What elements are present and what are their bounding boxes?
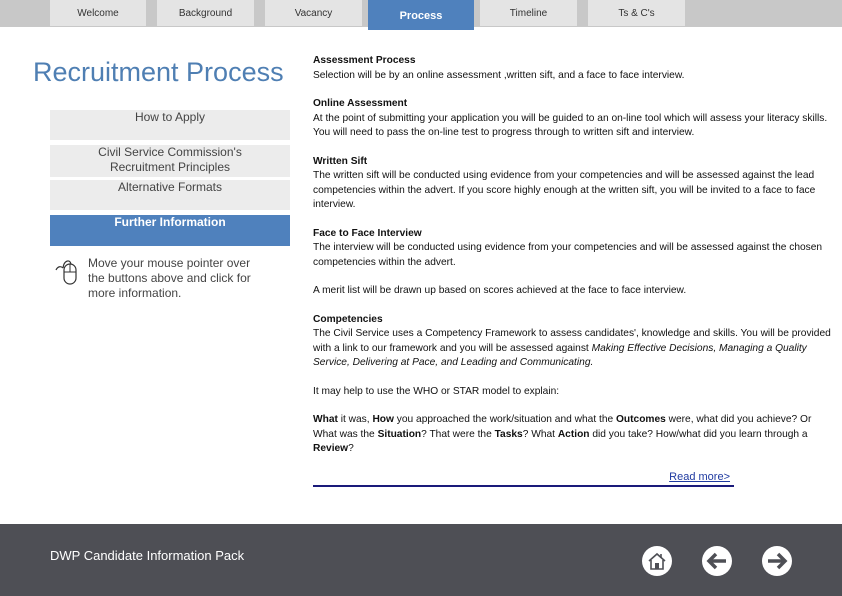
written-sift-section: Written Sift The written sift will be co… [313,155,833,213]
tab-welcome[interactable]: Welcome [50,0,146,26]
text-fragment: you approached the work/situation and wh… [393,414,616,425]
read-more-divider: Read more> [313,470,734,487]
assessment-section: Assessment Process Selection will be by … [313,54,833,83]
term-situation: Situation [377,428,422,440]
star-intro: It may help to use the WHO or STAR model… [313,385,833,400]
term-review: Review [313,443,349,454]
sidebar-button-how-to-apply[interactable]: How to Apply [50,110,290,140]
sidebar-button-label: Civil Service Commission's Recruitment P… [98,145,242,174]
tab-process[interactable]: Process [368,0,474,30]
read-more-link[interactable]: Read more> [669,471,730,483]
arrow-right-icon[interactable] [761,545,793,577]
section-heading: Online Assessment [313,98,408,109]
term-how: How [372,414,394,425]
text-fragment: ? What [522,428,558,440]
sidebar-button-label: Further Information [114,215,226,229]
term-action: Action [557,428,590,440]
section-heading: Competencies [313,313,383,325]
footer-bar: DWP Candidate Information Pack [0,524,842,596]
text-fragment: ? That were the [421,428,495,440]
merit-list-note: A merit list will be drawn up based on s… [313,284,833,299]
hint-text: Move your mouse pointer over the buttons… [88,256,251,300]
section-text: At the point of submitting your applicat… [313,112,828,139]
text-fragment: ? [348,443,354,454]
section-heading: Face to Face Interview [313,227,422,239]
online-assessment-section: Online Assessment At the point of submit… [313,97,833,141]
term-what: What [313,414,338,425]
star-section: What it was, How you approached the work… [313,413,833,457]
term-outcomes: Outcomes [615,414,666,425]
competencies-section: Competencies The Civil Service uses a Co… [313,313,833,371]
section-text: The written sift will be conducted using… [313,170,816,210]
sidebar-button-recruitment-principles[interactable]: Civil Service Commission's Recruitment P… [50,145,290,177]
section-text: It may help to use the WHO or STAR model… [313,385,560,397]
page-title: Recruitment Process [33,57,284,87]
sidebar-button-alternative-formats[interactable]: Alternative Formats [50,180,290,210]
interview-section: Face to Face Interview The interview wil… [313,227,833,271]
tab-background[interactable]: Background [157,0,254,26]
section-heading: Written Sift [313,155,368,167]
tab-timeline[interactable]: Timeline [480,0,577,26]
section-text: The interview will be conducted using ev… [313,242,823,268]
text-fragment: it was, [337,414,373,425]
term-tasks: Tasks [494,428,523,440]
sidebar-button-further-information[interactable]: Further Information [50,215,290,246]
section-text: The Civil Service uses a Competency Fram… [313,327,833,371]
mouse-icon [55,260,77,285]
sidebar-button-label: How to Apply [134,110,206,124]
section-heading: Assessment Process [313,55,416,66]
content-panel: Assessment Process Selection will be by … [313,54,833,471]
section-text: A merit list will be drawn up based on s… [313,285,687,296]
home-icon[interactable] [641,545,673,577]
sidebar-button-label: Alternative Formats [117,180,223,194]
text-fragment: did you take? How/what did you learn thr… [589,428,808,440]
arrow-left-icon[interactable] [701,545,733,577]
section-text: Selection will be by an online assessmen… [313,69,685,81]
section-text: What it was, How you approached the work… [313,413,833,457]
tab-vacancy[interactable]: Vacancy [265,0,362,26]
footer-title: DWP Candidate Information Pack [50,548,245,563]
tab-ts-and-cs[interactable]: Ts & C's [588,0,685,26]
